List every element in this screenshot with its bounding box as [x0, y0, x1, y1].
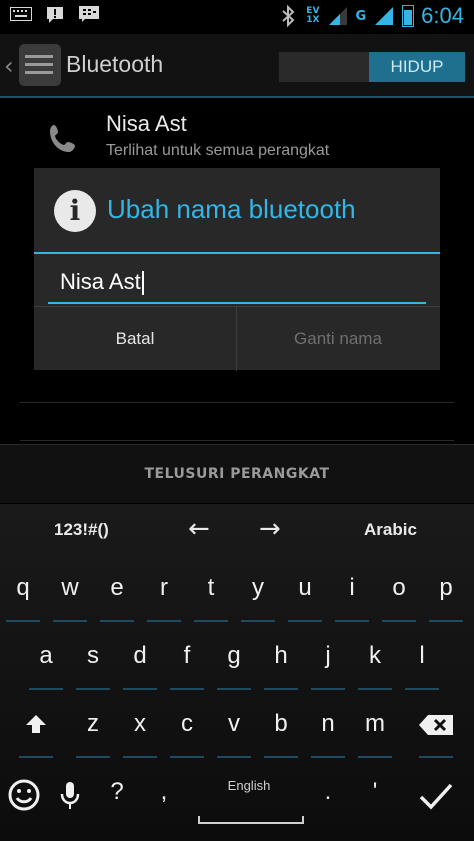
- key-h[interactable]: h: [261, 630, 301, 690]
- signal-g-icon: [375, 7, 394, 25]
- scan-devices-button[interactable]: TELUSURI PERANGKAT: [0, 444, 474, 503]
- dialog-header: i Ubah nama bluetooth: [34, 168, 440, 254]
- enter-check-icon[interactable]: [416, 766, 456, 826]
- bluetooth-icon: [277, 4, 299, 28]
- phone-icon: [46, 122, 80, 165]
- key-b[interactable]: b: [261, 698, 301, 758]
- settings-app-icon[interactable]: [19, 44, 61, 86]
- device-name: Nisa Ast: [106, 111, 187, 136]
- symbols-key[interactable]: 123!#(): [54, 520, 109, 540]
- device-row[interactable]: Nisa Ast Terlihat untuk semua perangkat: [0, 100, 474, 170]
- shift-icon[interactable]: [16, 698, 56, 758]
- cursor-right-key[interactable]: →: [259, 514, 281, 544]
- device-name-input[interactable]: Nisa Ast: [48, 264, 426, 304]
- battery-icon: [402, 5, 415, 27]
- key-u[interactable]: u: [285, 562, 325, 622]
- mic-icon[interactable]: [50, 766, 90, 826]
- cancel-button[interactable]: Batal: [34, 307, 237, 371]
- back-chevron-icon[interactable]: ‹: [4, 52, 14, 80]
- cursor-left-key[interactable]: ←: [188, 514, 210, 544]
- key-m[interactable]: m: [355, 698, 395, 758]
- language-switch-key[interactable]: Arabic: [364, 520, 417, 540]
- input-value: Nisa Ast: [60, 269, 141, 294]
- network-type: EV 1X: [306, 6, 320, 25]
- key-s[interactable]: s: [73, 630, 113, 690]
- status-bar: EV 1X G 6:04: [0, 0, 474, 34]
- key-g[interactable]: g: [214, 630, 254, 690]
- key-j[interactable]: j: [308, 630, 348, 690]
- toggle-on-label: HIDUP: [369, 52, 465, 82]
- key-f[interactable]: f: [167, 630, 207, 690]
- keyboard-suggestion-strip: 123!#() ← → Arabic: [0, 504, 474, 556]
- space-key[interactable]: English: [198, 766, 304, 824]
- bbm-icon: [78, 5, 100, 27]
- key-z[interactable]: z: [73, 698, 113, 758]
- key-t[interactable]: t: [191, 562, 231, 622]
- space-language-label: English: [227, 778, 271, 793]
- key-x[interactable]: x: [120, 698, 160, 758]
- rename-dialog: i Ubah nama bluetooth Nisa Ast Batal Gan…: [34, 168, 440, 371]
- divider: [20, 440, 454, 441]
- key-i[interactable]: i: [332, 562, 372, 622]
- backspace-icon[interactable]: [416, 698, 456, 758]
- signal-icon: [328, 7, 347, 25]
- key-r[interactable]: r: [144, 562, 184, 622]
- key-comma[interactable]: ,: [144, 766, 184, 826]
- key-p[interactable]: p: [426, 562, 466, 622]
- bluetooth-toggle[interactable]: HIDUP: [279, 52, 465, 82]
- key-y[interactable]: y: [238, 562, 278, 622]
- key-e[interactable]: e: [97, 562, 137, 622]
- dialog-title: Ubah nama bluetooth: [107, 194, 356, 224]
- page-title: Bluetooth: [66, 51, 164, 77]
- key-a[interactable]: a: [26, 630, 66, 690]
- action-bar: ‹ Bluetooth HIDUP: [0, 34, 474, 98]
- key-w[interactable]: w: [50, 562, 90, 622]
- keyboard-icon: [10, 5, 32, 27]
- key-c[interactable]: c: [167, 698, 207, 758]
- key-v[interactable]: v: [214, 698, 254, 758]
- clock: 6:04: [421, 3, 464, 28]
- key-q[interactable]: q: [3, 562, 43, 622]
- text-caret: [141, 271, 144, 296]
- dialog-buttons: Batal Ganti nama: [34, 306, 440, 371]
- notification-icon: [44, 5, 66, 27]
- key-question[interactable]: ?: [97, 766, 137, 826]
- info-icon: i: [54, 190, 96, 232]
- network-g-label: G: [355, 8, 367, 24]
- divider: [20, 402, 454, 403]
- space-bar-glyph: [198, 816, 304, 824]
- key-period[interactable]: .: [308, 766, 348, 826]
- rename-button[interactable]: Ganti nama: [237, 307, 439, 371]
- key-o[interactable]: o: [379, 562, 419, 622]
- key-l[interactable]: l: [402, 630, 442, 690]
- device-visibility: Terlihat untuk semua perangkat: [106, 142, 330, 159]
- key-apostrophe[interactable]: ': [355, 766, 395, 826]
- key-k[interactable]: k: [355, 630, 395, 690]
- key-n[interactable]: n: [308, 698, 348, 758]
- key-d[interactable]: d: [120, 630, 160, 690]
- emoji-icon[interactable]: [4, 766, 44, 826]
